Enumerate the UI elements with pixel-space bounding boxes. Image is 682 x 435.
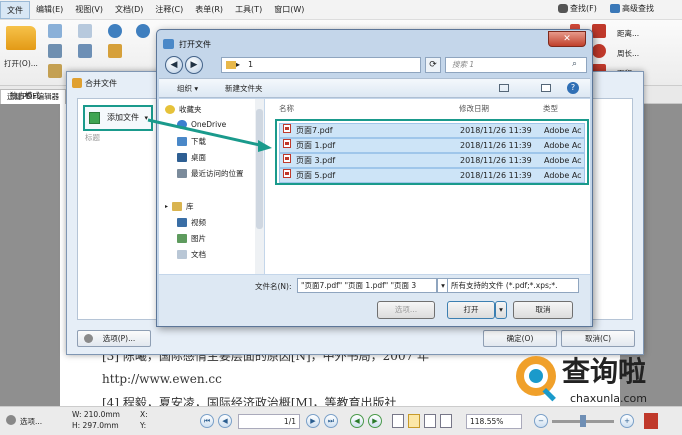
watermark-logo: 查询啦 chaxunla.com	[510, 348, 680, 410]
last-page-button[interactable]: ⏭	[324, 414, 338, 428]
forward-view-icon: ▶	[372, 417, 378, 425]
prev-page-button[interactable]: ◀	[218, 414, 232, 428]
page-width: W: 210.0mm	[72, 410, 120, 419]
back-view-icon: ◀	[354, 417, 360, 425]
zoom-in-button[interactable]: +	[620, 414, 634, 428]
next-page-icon: ▶	[310, 417, 316, 425]
continuous-facing-icon[interactable]	[440, 414, 452, 428]
status-bar: 选项... W: 210.0mm H: 297.0mm X: Y: ⏮ ◀ 1/…	[0, 406, 682, 435]
pdf-app-icon[interactable]	[644, 413, 658, 429]
cursor-y: Y:	[140, 421, 147, 430]
continuous-page-icon[interactable]	[408, 414, 420, 428]
status-options[interactable]: 选项...	[20, 416, 42, 427]
facing-page-icon[interactable]	[424, 414, 436, 428]
watermark-brand: 查询啦	[562, 355, 647, 388]
back-view-button[interactable]: ◀	[350, 414, 364, 428]
page-number-input[interactable]: 1/1	[238, 414, 300, 429]
watermark-domain: chaxunla.com	[570, 392, 647, 405]
last-page-icon: ⏭	[327, 417, 335, 425]
page-height: H: 297.0mm	[72, 421, 119, 430]
next-page-button[interactable]: ▶	[306, 414, 320, 428]
forward-view-button[interactable]: ▶	[368, 414, 382, 428]
zoom-input[interactable]: 118.55%	[466, 414, 522, 429]
zoom-slider-thumb[interactable]	[580, 415, 586, 427]
app-window: 文件 编辑(E) 视图(V) 文档(D) 注释(C) 表单(R) 工具(T) 窗…	[0, 0, 682, 435]
plus-icon: +	[624, 417, 630, 425]
zoom-out-button[interactable]: −	[534, 414, 548, 428]
minus-icon: −	[538, 417, 544, 425]
gear-icon[interactable]	[6, 415, 16, 425]
cursor-x: X:	[140, 410, 148, 419]
first-page-icon: ⏮	[203, 417, 211, 425]
first-page-button[interactable]: ⏮	[200, 414, 214, 428]
single-page-icon[interactable]	[392, 414, 404, 428]
prev-page-icon: ◀	[222, 417, 228, 425]
